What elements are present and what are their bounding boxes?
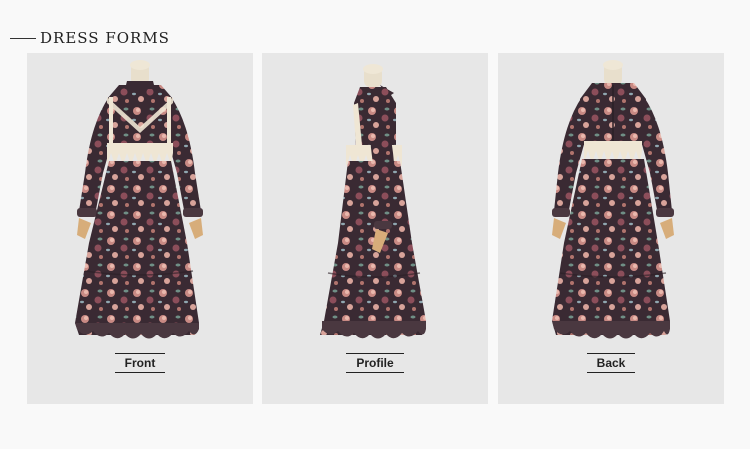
mannequin-hand-left	[77, 218, 91, 239]
mannequin-hand-right	[189, 218, 203, 239]
panel-profile: Profile	[262, 53, 488, 404]
caption-back-label: Back	[586, 353, 636, 373]
panel-back: Back	[498, 53, 724, 404]
header-rule	[10, 37, 36, 39]
caption-back: Back	[498, 353, 724, 373]
caption-profile: Profile	[262, 353, 488, 373]
caption-profile-label: Profile	[346, 353, 404, 373]
caption-front: Front	[27, 353, 253, 373]
section-header: DRESS FORMS	[10, 28, 170, 48]
panel-front: Front	[27, 53, 253, 404]
section-title: DRESS FORMS	[40, 29, 170, 47]
profile-dress-image	[320, 64, 426, 339]
front-dress-image	[75, 60, 203, 339]
mannequin-hand-left	[552, 218, 566, 239]
back-dress-image	[552, 60, 674, 339]
mannequin-hand-right	[660, 218, 674, 239]
caption-front-label: Front	[114, 353, 166, 373]
